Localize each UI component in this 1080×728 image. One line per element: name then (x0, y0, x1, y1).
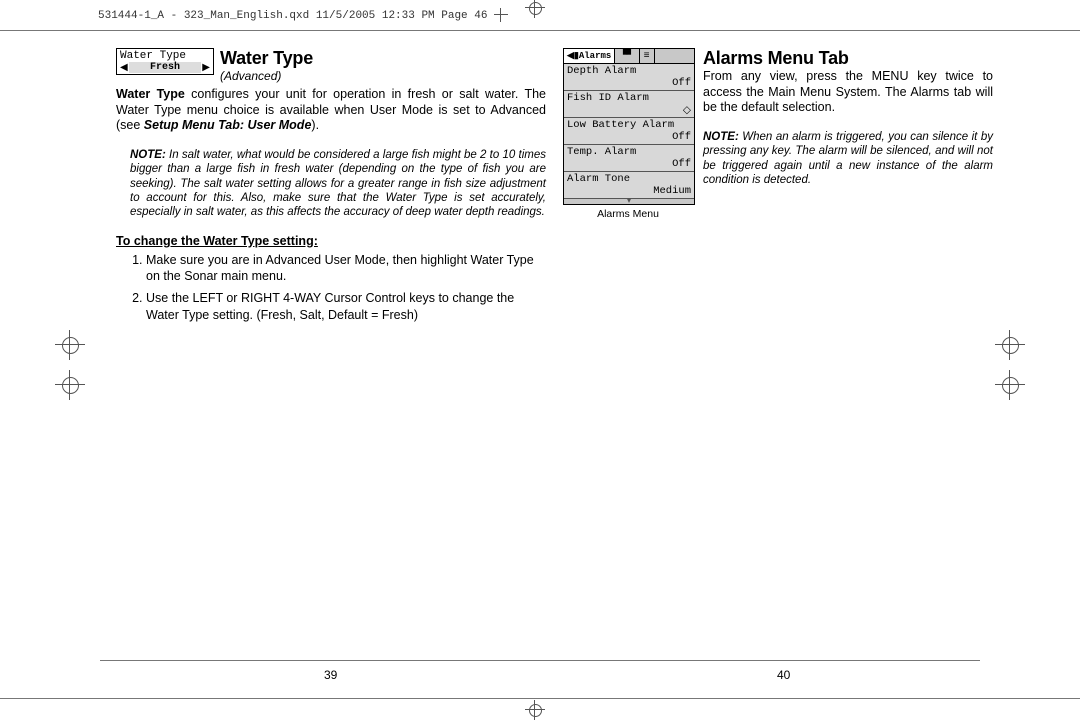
water-type-ref: Setup Menu Tab: User Mode (144, 118, 312, 132)
alarms-tab-label: Alarms (579, 51, 611, 61)
reg-mark-left-bot (55, 370, 85, 400)
alarms-menu-caption: Alarms Menu (563, 208, 693, 220)
water-type-note-body: In salt water, what would be considered … (130, 149, 546, 219)
file-header-text: 531444-1_A - 323_Man_English.qxd 11/5/20… (98, 10, 487, 22)
alarms-tab-selected: ◀▮ Alarms (564, 49, 615, 63)
alarms-note: NOTE: When an alarm is triggered, you ca… (703, 130, 993, 188)
water-type-paragraph: Water Type configures your unit for oper… (116, 87, 546, 134)
change-water-type-subhead: To change the Water Type setting: (116, 234, 546, 248)
crop-line-footer (100, 660, 980, 661)
depth-alarm-label: Depth Alarm (567, 65, 691, 77)
setup-tab-icon: ≡ (640, 49, 655, 63)
temp-alarm-value: Off (672, 158, 691, 170)
fish-id-alarm-value: ◇ (683, 104, 691, 117)
alarms-scroll-indicator: ▾ (564, 199, 694, 204)
reg-mark-right-top (995, 330, 1025, 360)
low-battery-alarm-row: Low Battery Alarm Off (564, 118, 694, 145)
alarm-tone-value: Medium (653, 185, 691, 197)
water-type-heading: Water Type (220, 48, 313, 69)
fish-id-alarm-row: Fish ID Alarm ◇ (564, 91, 694, 118)
reg-mark-bottom (525, 700, 555, 728)
reg-mark-top (525, 0, 555, 28)
water-type-step-1: Make sure you are in Advanced User Mode,… (146, 252, 546, 285)
low-battery-alarm-label: Low Battery Alarm (567, 119, 691, 131)
alarms-menu-graphic: ◀▮ Alarms ▝▘ ≡ Depth Alarm Off Fish ID A… (563, 48, 695, 205)
page-39-column: Water Type ◀ Fresh ▶ Water Type (Advance… (116, 48, 546, 329)
water-type-section-head: Water Type ◀ Fresh ▶ Water Type (Advance… (116, 48, 546, 83)
water-type-steps: Make sure you are in Advanced User Mode,… (116, 252, 546, 323)
speaker-icon: ◀▮ (567, 51, 579, 61)
alarms-tab-row: ◀▮ Alarms ▝▘ ≡ (564, 49, 694, 64)
temp-alarm-label: Temp. Alarm (567, 146, 691, 158)
note-label: NOTE: (703, 131, 739, 143)
reg-mark-right-bot (995, 370, 1025, 400)
left-arrow-icon: ◀ (119, 63, 129, 73)
fish-id-alarm-label: Fish ID Alarm (567, 92, 691, 104)
water-type-term: Water Type (116, 87, 185, 101)
crop-line-top (0, 30, 1080, 31)
alarms-paragraph: From any view, press the MENU key twice … (703, 69, 993, 116)
page-number-left: 39 (324, 668, 337, 682)
low-battery-alarm-value: Off (672, 131, 691, 143)
alarm-tone-row: Alarm Tone Medium (564, 172, 694, 199)
quark-file-header: 531444-1_A - 323_Man_English.qxd 11/5/20… (98, 8, 508, 22)
page-number-right: 40 (777, 668, 790, 682)
water-type-graphic-value: Fresh (129, 62, 202, 73)
water-type-graphic-title: Water Type (117, 49, 213, 62)
water-type-step-2: Use the LEFT or RIGHT 4-WAY Cursor Contr… (146, 290, 546, 323)
crop-line-bottom (0, 698, 1080, 699)
water-type-desc-2: ). (311, 118, 319, 132)
reg-mark-left-top (55, 330, 85, 360)
note-label: NOTE: (130, 149, 166, 161)
water-type-subheading: (Advanced) (220, 69, 313, 83)
temp-alarm-row: Temp. Alarm Off (564, 145, 694, 172)
alarms-section-head: ◀▮ Alarms ▝▘ ≡ Depth Alarm Off Fish ID A… (563, 48, 993, 220)
depth-alarm-row: Depth Alarm Off (564, 64, 694, 91)
page-cross-icon (494, 8, 508, 22)
alarms-note-body: When an alarm is triggered, you can sile… (703, 131, 993, 186)
alarm-tone-label: Alarm Tone (567, 173, 691, 185)
water-type-note: NOTE: In salt water, what would be consi… (130, 148, 546, 220)
depth-alarm-value: Off (672, 77, 691, 89)
right-arrow-icon: ▶ (201, 63, 211, 73)
water-type-graphic: Water Type ◀ Fresh ▶ (116, 48, 214, 75)
sonar-tab-icon: ▝▘ (615, 49, 639, 63)
page-40-column: ◀▮ Alarms ▝▘ ≡ Depth Alarm Off Fish ID A… (563, 48, 993, 220)
alarms-heading: Alarms Menu Tab (703, 48, 993, 69)
